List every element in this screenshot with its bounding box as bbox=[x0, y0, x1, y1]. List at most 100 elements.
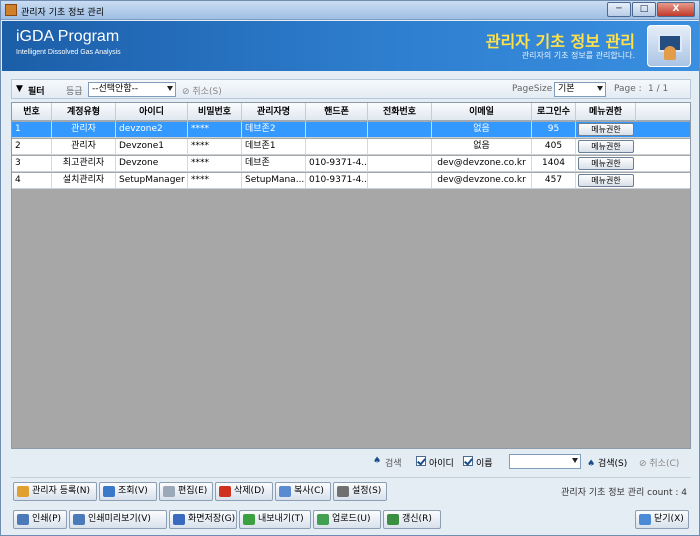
view-icon bbox=[103, 486, 115, 497]
minimize-button[interactable]: ─ bbox=[607, 2, 631, 17]
table-cell: 없음 bbox=[432, 122, 532, 138]
table-cell: 관리자 bbox=[52, 139, 116, 155]
status-count: 관리자 기초 정보 관리 count : 4 bbox=[561, 488, 687, 498]
upload-icon bbox=[317, 514, 329, 525]
table-cell: 데브존1 bbox=[242, 139, 306, 155]
column-header[interactable]: 로그인수 bbox=[532, 103, 576, 121]
refresh-button[interactable]: 갱신(R) bbox=[383, 510, 441, 529]
edit-icon bbox=[163, 486, 175, 497]
close-button-label: 닫기(X) bbox=[654, 514, 684, 524]
name-checkbox-label: 이름 bbox=[476, 459, 493, 469]
menu-permission-button[interactable]: 메뉴권한 bbox=[578, 174, 634, 187]
menu-permission-button[interactable]: 메뉴권한 bbox=[578, 123, 634, 136]
copy-button[interactable]: 복사(C) bbox=[275, 482, 331, 501]
search-cancel-button[interactable]: ⊘ 취소(C) bbox=[639, 456, 679, 469]
search-button-label: 검색(S) bbox=[597, 459, 628, 469]
brand-subtitle: Intelligent Dissolved Gas Analysis bbox=[16, 49, 121, 56]
column-header[interactable]: 이메일 bbox=[432, 103, 532, 121]
filter-icon: ▼ bbox=[16, 84, 23, 94]
refresh-button-label: 갱신(R) bbox=[402, 514, 432, 524]
column-header[interactable]: 아이디 bbox=[116, 103, 188, 121]
close-button[interactable]: 닫기(X) bbox=[635, 510, 689, 529]
admin-table: 번호 계정유형 아이디 비밀번호 관리자명 핸드폰 전화번호 이메일 로그인수 메뉴권한 1 관리자… bbox=[11, 102, 691, 449]
search-button[interactable]: ♠ 검색(S) bbox=[587, 456, 627, 469]
export-icon bbox=[243, 514, 255, 525]
chevron-down-icon bbox=[597, 86, 603, 91]
view-button-label: 조회(V) bbox=[118, 486, 148, 496]
column-header[interactable]: 비밀번호 bbox=[188, 103, 242, 121]
maximize-button[interactable]: □ bbox=[632, 2, 656, 17]
title-bar: 관리자 기초 정보 관리 ─ □ X bbox=[1, 1, 699, 20]
table-cell: 관리자 bbox=[52, 122, 116, 138]
table-row[interactable]: 2 관리자 Devzone1 **** 데브존1 없음 405 메뉴권한 bbox=[12, 139, 690, 155]
refresh-icon bbox=[387, 514, 399, 525]
pagesize-select[interactable]: 기본 bbox=[554, 82, 606, 97]
table-row[interactable]: 1 관리자 devzone2 **** 데브존2 없음 95 메뉴권한 bbox=[12, 122, 690, 138]
page-title: 관리자 기초 정보 관리 bbox=[485, 32, 635, 51]
filter-cancel-button[interactable]: ⊘ 취소(S) bbox=[182, 84, 222, 97]
settings-button-label: 설정(S) bbox=[352, 486, 382, 496]
page-value: 1 / 1 bbox=[648, 84, 669, 94]
register-admin-icon bbox=[17, 486, 29, 497]
search-bar: ♠ 검색 아이디 이름 ♠ 검색(S) ⊘ 취소(C) bbox=[11, 452, 691, 472]
register-admin-button-label: 관리자 등록(N) bbox=[32, 486, 91, 496]
grade-select[interactable]: --선택안함-- bbox=[88, 82, 176, 97]
table-cell: 4 bbox=[12, 173, 52, 189]
table-cell: **** bbox=[188, 139, 242, 155]
column-header[interactable]: 계정유형 bbox=[52, 103, 116, 121]
app-icon bbox=[5, 4, 17, 16]
table-cell: 010-9371-4... bbox=[306, 156, 368, 172]
edit-button[interactable]: 편집(E) bbox=[159, 482, 213, 501]
delete-button[interactable]: 삭제(D) bbox=[215, 482, 273, 501]
settings-icon bbox=[337, 486, 349, 497]
table-cell: **** bbox=[188, 156, 242, 172]
page-subtitle: 관리자의 기초 정보를 관리합니다. bbox=[521, 51, 635, 60]
name-checkbox[interactable] bbox=[463, 456, 473, 466]
brand-name: iGDA Program bbox=[16, 28, 120, 45]
close-door-icon bbox=[639, 514, 651, 525]
save-screen-button[interactable]: 화면저장(G) bbox=[169, 510, 237, 529]
copy-button-label: 복사(C) bbox=[294, 486, 324, 496]
print-preview-icon bbox=[73, 514, 85, 525]
table-cell: 설치관리자 bbox=[52, 173, 116, 189]
export-button[interactable]: 내보내기(T) bbox=[239, 510, 311, 529]
table-row[interactable]: 3 최고관리자 Devzone **** 데브존 010-9371-4... dev@dev… bbox=[12, 156, 690, 172]
export-button-label: 내보내기(T) bbox=[258, 514, 304, 524]
pagesize-label: PageSize bbox=[512, 84, 553, 94]
admin-illustration-icon bbox=[647, 25, 691, 67]
table-cell bbox=[306, 122, 368, 138]
grade-select-value: --선택안함-- bbox=[92, 84, 139, 94]
close-window-button[interactable]: X bbox=[657, 2, 695, 17]
search-label: 검색 bbox=[385, 459, 402, 469]
table-row[interactable]: 4 설치관리자 SetupManager **** SetupMana... 010-93… bbox=[12, 173, 690, 189]
settings-button[interactable]: 설정(S) bbox=[333, 482, 387, 501]
id-checkbox[interactable] bbox=[416, 456, 426, 466]
table-cell bbox=[368, 173, 432, 189]
column-header[interactable]: 번호 bbox=[12, 103, 52, 121]
upload-button[interactable]: 업로드(U) bbox=[313, 510, 381, 529]
column-header[interactable]: 메뉴권한 bbox=[576, 103, 636, 121]
menu-permission-button[interactable]: 메뉴권한 bbox=[578, 140, 634, 153]
table-cell: Devzone bbox=[116, 156, 188, 172]
view-button[interactable]: 조회(V) bbox=[99, 482, 157, 501]
print-preview-button[interactable]: 인쇄미리보기(V) bbox=[69, 510, 167, 529]
register-admin-button[interactable]: 관리자 등록(N) bbox=[13, 482, 97, 501]
binoculars-icon: ♠ bbox=[373, 456, 382, 466]
header-banner: iGDA Program Intelligent Dissolved Gas A… bbox=[2, 21, 699, 71]
table-cell: SetupManager bbox=[116, 173, 188, 189]
delete-button-label: 삭제(D) bbox=[234, 486, 265, 496]
print-icon bbox=[17, 514, 29, 525]
table-cell: dev@devzone.co.kr bbox=[432, 156, 532, 172]
delete-icon bbox=[219, 486, 231, 497]
chevron-down-icon bbox=[167, 86, 173, 91]
column-header[interactable]: 전화번호 bbox=[368, 103, 432, 121]
table-cell: 없음 bbox=[432, 139, 532, 155]
table-cell bbox=[368, 122, 432, 138]
menu-permission-button[interactable]: 메뉴권한 bbox=[578, 157, 634, 170]
search-input[interactable] bbox=[509, 454, 581, 469]
print-button[interactable]: 인쇄(P) bbox=[13, 510, 67, 529]
column-header[interactable]: 핸드폰 bbox=[306, 103, 368, 121]
page-label: Page : bbox=[614, 84, 642, 94]
table-cell: Devzone1 bbox=[116, 139, 188, 155]
column-header[interactable]: 관리자명 bbox=[242, 103, 306, 121]
